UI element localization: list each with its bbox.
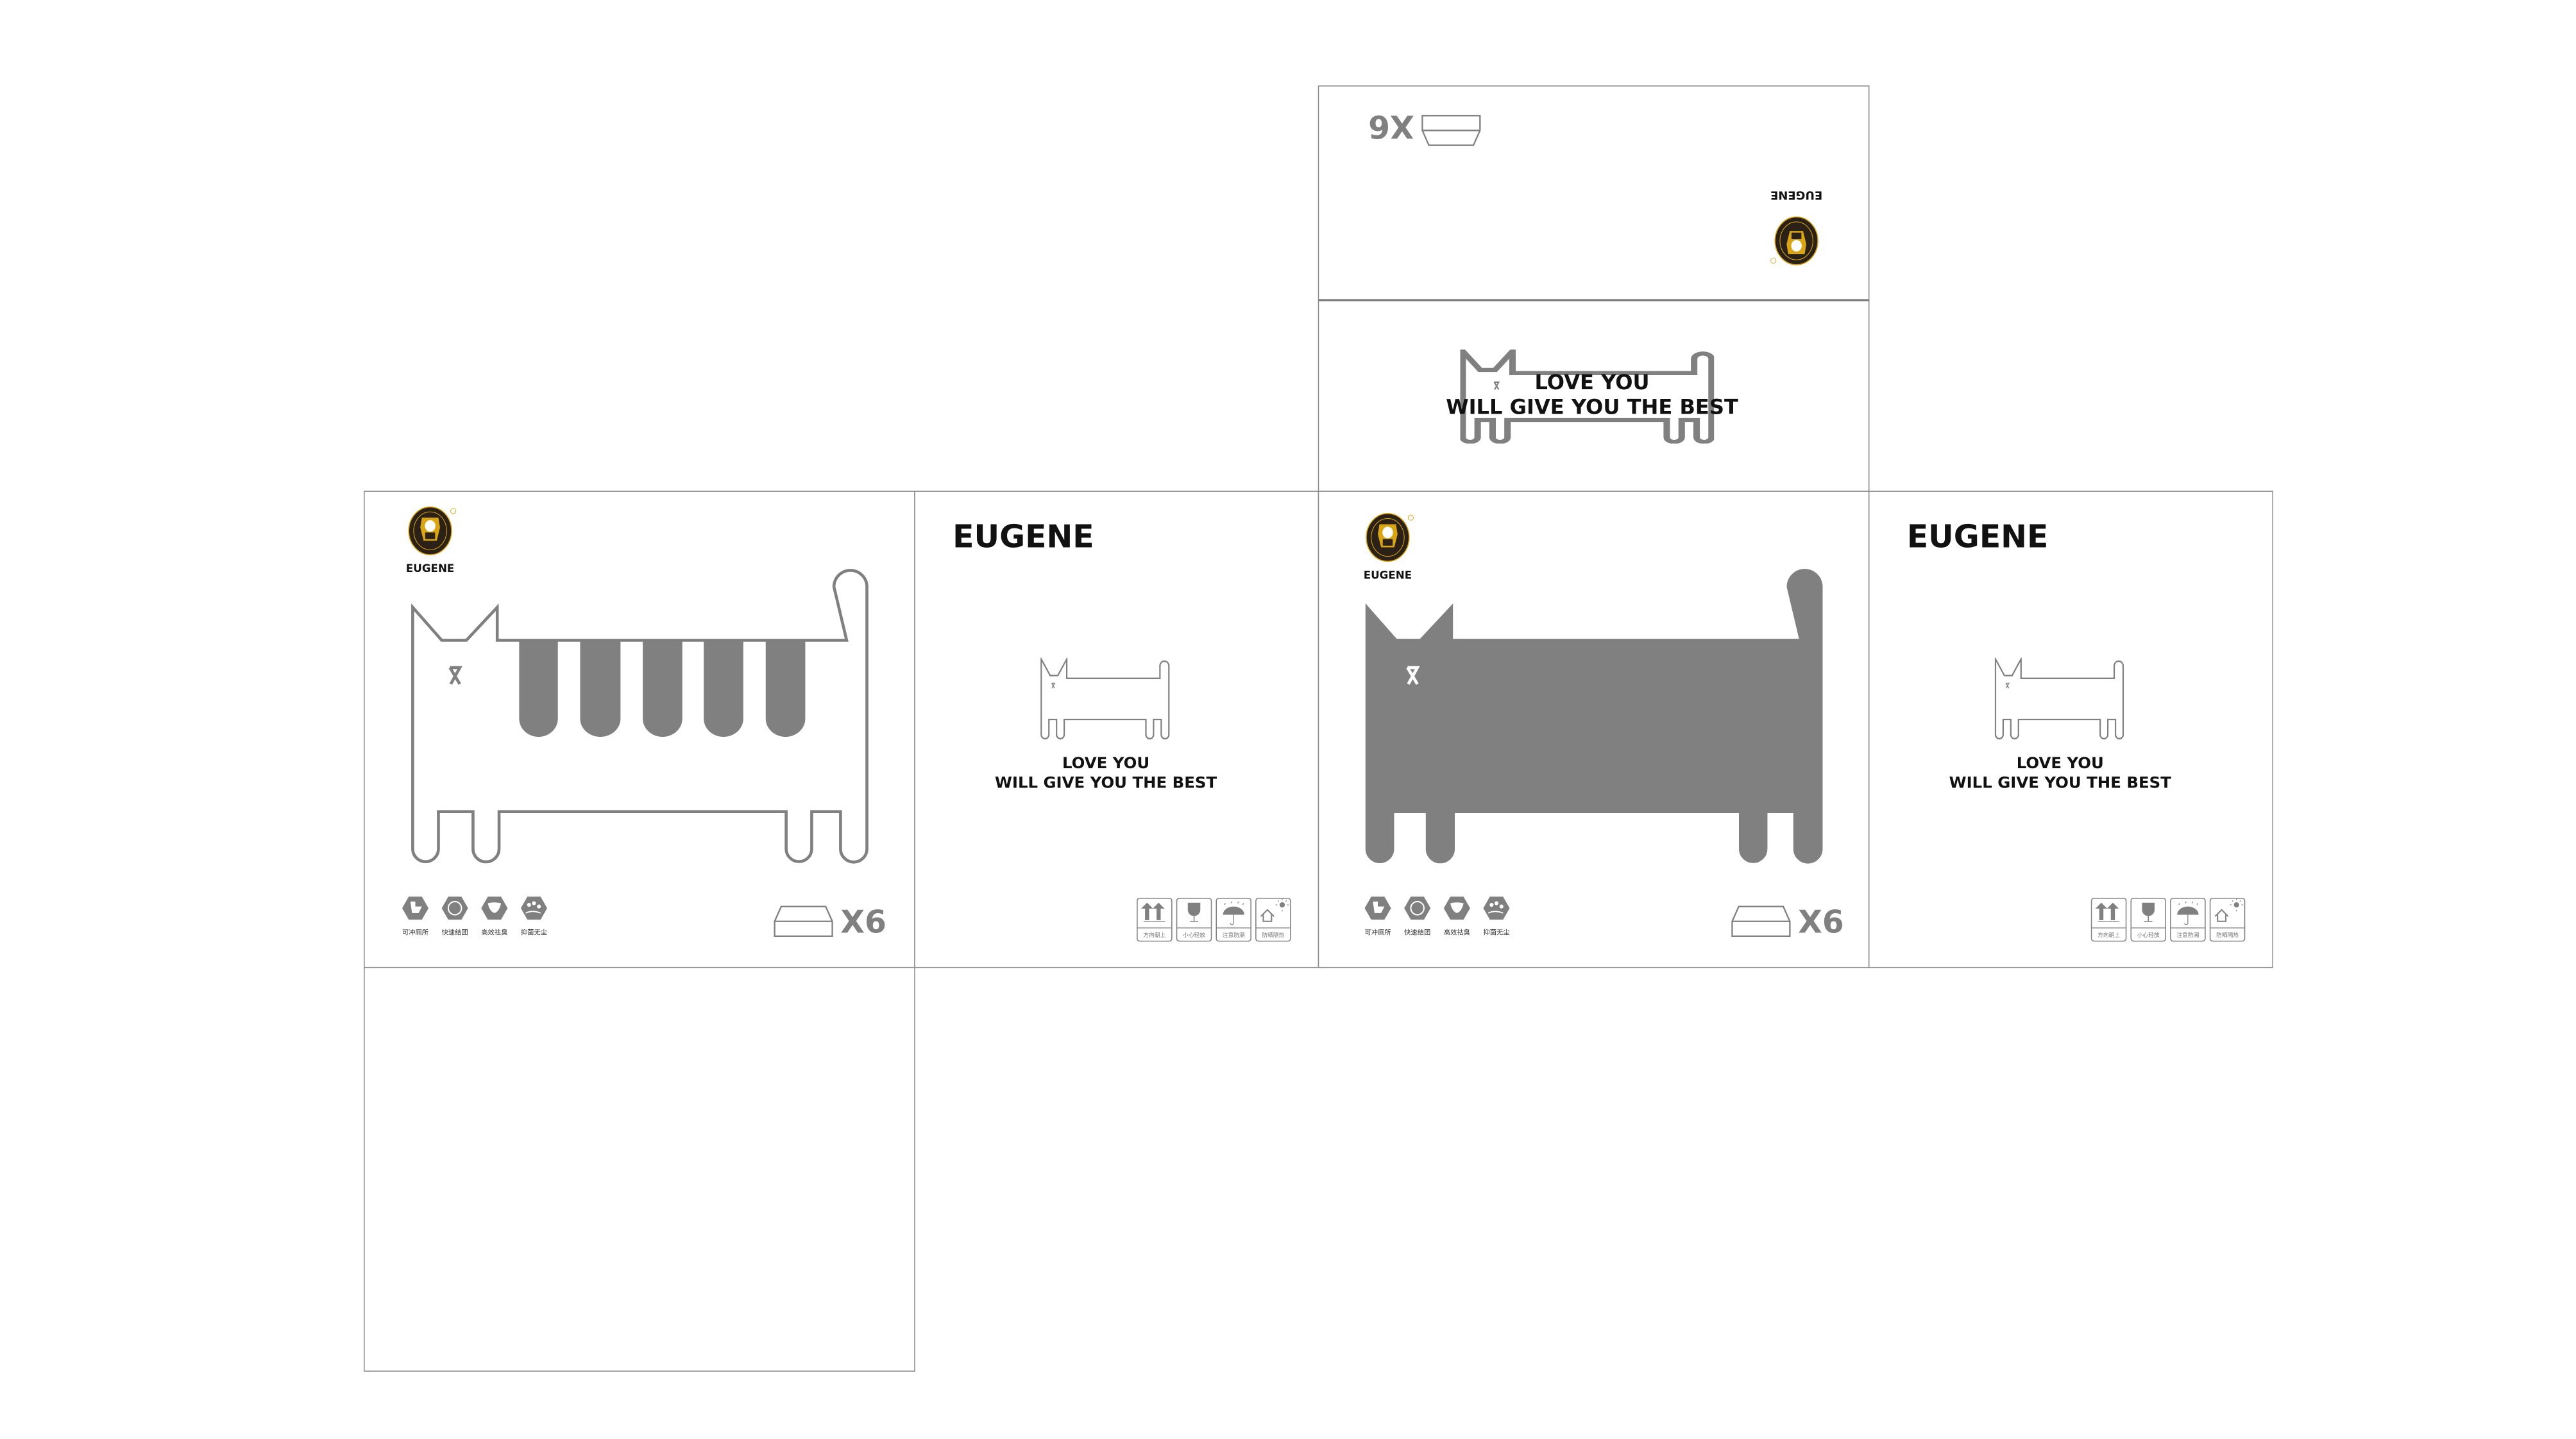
handling-label: 注意防潮 <box>2176 931 2199 939</box>
brand-name-small: EUGENE <box>1770 189 1822 202</box>
handling-label: 注意防潮 <box>1223 931 1245 939</box>
handling-label: 小心轻放 <box>1183 931 1205 939</box>
handling-label: 小心轻放 <box>2137 931 2160 939</box>
litter-box-icon <box>774 905 833 938</box>
feature-label: 可冲厕所 <box>402 928 428 936</box>
slogan-line-2: WILL GIVE YOU THE BEST <box>1446 394 1738 419</box>
feature-label: 可冲厕所 <box>1365 928 1391 936</box>
brand-name-small: EUGENE <box>406 562 454 575</box>
slogan-line-1: LOVE YOU <box>2017 753 2104 772</box>
slogan-line-1: LOVE YOU <box>1062 753 1149 772</box>
quantity-label: X6 <box>840 904 886 941</box>
bottom-flap <box>364 966 915 1372</box>
packaging-dieline: EUGENE X6 LOVE YOU WILL GIVE YOU THE BES… <box>364 85 2273 1372</box>
feature-label: 快速结团 <box>442 928 468 936</box>
quantity-label: X6 <box>1368 108 1414 144</box>
feature-label: 高效祛臭 <box>1444 928 1470 936</box>
panel-side-left <box>914 491 1319 968</box>
feature-label: 抑菌无尘 <box>521 928 547 936</box>
panel-side-right <box>1868 491 2273 968</box>
handling-label: 方向朝上 <box>2097 931 2120 939</box>
handling-label: 防晒隔热 <box>2216 931 2239 939</box>
brand-title: EUGENE <box>1907 518 2049 555</box>
litter-box-icon <box>1421 115 1481 146</box>
litter-box-icon <box>1731 905 1791 938</box>
brand-title: EUGENE <box>953 518 1094 555</box>
handling-label: 方向朝上 <box>1143 931 1165 939</box>
slogan-line-1: LOVE YOU <box>1534 370 1649 394</box>
feature-label: 高效祛臭 <box>481 928 507 936</box>
handling-label: 防晒隔热 <box>1262 931 1284 939</box>
feature-label: 抑菌无尘 <box>1484 928 1510 936</box>
quantity-label: X6 <box>1798 904 1844 941</box>
brand-name-small: EUGENE <box>1364 568 1412 581</box>
slogan-line-2: WILL GIVE YOU THE BEST <box>995 773 1217 792</box>
slogan-line-2: WILL GIVE YOU THE BEST <box>1949 773 2172 792</box>
feature-label: 快速结团 <box>1404 928 1430 936</box>
